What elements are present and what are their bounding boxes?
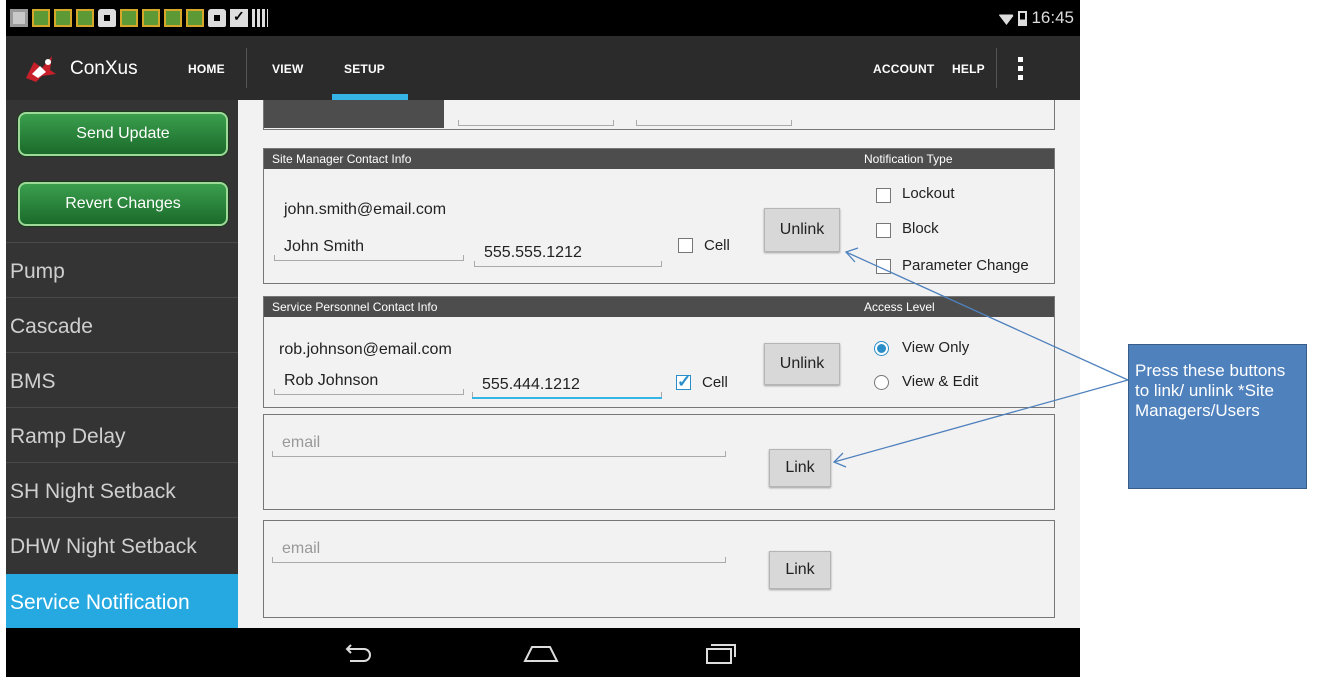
block-label: Block bbox=[902, 220, 939, 237]
app-notification-icon bbox=[120, 9, 138, 27]
tab-home[interactable]: HOME bbox=[188, 62, 225, 76]
back-icon[interactable] bbox=[342, 642, 372, 664]
task-done-icon bbox=[230, 8, 248, 27]
parameter-change-label: Parameter Change bbox=[902, 257, 1029, 274]
app-notification-icon bbox=[186, 9, 204, 27]
callout-box: Press these buttons to link/ unlink *Sit… bbox=[1128, 344, 1307, 489]
home-icon[interactable] bbox=[521, 642, 561, 664]
tab-setup[interactable]: SETUP bbox=[344, 62, 385, 76]
view-only-label: View Only bbox=[902, 339, 970, 356]
contact-slot: email Link bbox=[263, 414, 1055, 510]
app-notification-icon bbox=[142, 9, 160, 27]
tab-view[interactable]: VIEW bbox=[272, 62, 303, 76]
site-manager-section: Site Manager Contact Info Notification T… bbox=[263, 148, 1055, 284]
parameter-change-checkbox[interactable] bbox=[876, 259, 891, 274]
account-button[interactable]: ACCOUNT bbox=[873, 62, 934, 76]
battery-icon bbox=[1018, 10, 1028, 26]
divider bbox=[246, 48, 247, 88]
send-update-button[interactable]: Send Update bbox=[18, 112, 228, 156]
section-header: Site Manager Contact Info Notification T… bbox=[264, 149, 1054, 169]
clock: 16:45 bbox=[1031, 8, 1074, 27]
screenshot-icon bbox=[10, 9, 28, 27]
divider bbox=[996, 48, 997, 88]
lockout-checkbox[interactable] bbox=[876, 188, 891, 203]
app-title: ConXus bbox=[70, 58, 138, 79]
view-only-radio[interactable] bbox=[874, 341, 889, 356]
cell-checkbox[interactable] bbox=[676, 372, 691, 392]
store-icon bbox=[98, 9, 116, 27]
cell-label: Cell bbox=[702, 374, 728, 391]
name-field[interactable]: John Smith bbox=[274, 235, 464, 261]
action-bar: ConXus HOME VIEW SETUP ACCOUNT HELP bbox=[6, 36, 1080, 100]
view-and-edit-label: View & Edit bbox=[902, 373, 979, 390]
overflow-menu-icon[interactable] bbox=[1018, 57, 1024, 81]
phone-field[interactable]: 555.555.1212 bbox=[474, 241, 662, 267]
section-header: Service Personnel Contact Info Access Le… bbox=[264, 297, 1054, 317]
wifi-icon bbox=[998, 14, 1015, 25]
help-button[interactable]: HELP bbox=[952, 62, 985, 76]
sidebar-item-cascade[interactable]: Cascade bbox=[6, 297, 238, 351]
unlink-button[interactable]: Unlink bbox=[764, 208, 840, 252]
app-notification-icon bbox=[164, 9, 182, 27]
sidebar-item-service-notification[interactable]: Service Notification bbox=[6, 574, 238, 628]
email-input[interactable]: email bbox=[272, 431, 726, 457]
name-field[interactable]: Rob Johnson bbox=[274, 369, 464, 395]
recent-apps-icon[interactable] bbox=[703, 642, 737, 666]
contact-slot: email Link bbox=[263, 520, 1055, 618]
phone-field[interactable]: 555.444.1212 bbox=[472, 373, 662, 399]
conxus-logo-icon[interactable] bbox=[22, 52, 58, 84]
store-icon bbox=[208, 9, 226, 27]
email-value: rob.johnson@email.com bbox=[279, 341, 452, 358]
main-panel: Site Manager Contact Info Notification T… bbox=[238, 100, 1080, 628]
link-button[interactable]: Link bbox=[769, 551, 831, 589]
app-notification-icon bbox=[54, 9, 72, 27]
sidebar: Send Update Revert Changes Pump Cascade … bbox=[6, 100, 238, 628]
lockout-label: Lockout bbox=[902, 185, 955, 202]
sidebar-item-ramp-delay[interactable]: Ramp Delay bbox=[6, 407, 238, 461]
link-button[interactable]: Link bbox=[769, 449, 831, 487]
sidebar-item-pump[interactable]: Pump bbox=[6, 242, 238, 296]
block-checkbox[interactable] bbox=[876, 223, 891, 238]
status-bar: 16:45 bbox=[6, 0, 1080, 36]
unlink-button[interactable]: Unlink bbox=[764, 343, 840, 385]
status-right: 16:45 bbox=[998, 8, 1074, 28]
sidebar-item-dhw-night-setback[interactable]: DHW Night Setback bbox=[6, 517, 238, 571]
system-navigation-bar bbox=[6, 628, 1080, 677]
previous-section bbox=[263, 100, 1055, 130]
sidebar-item-bms[interactable]: BMS bbox=[6, 352, 238, 406]
cell-label: Cell bbox=[704, 237, 730, 254]
sidebar-item-sh-night-setback[interactable]: SH Night Setback bbox=[6, 462, 238, 516]
cell-checkbox[interactable] bbox=[678, 238, 693, 253]
app-notification-icon bbox=[32, 9, 50, 27]
email-value: john.smith@email.com bbox=[284, 201, 447, 218]
barcode-icon bbox=[252, 9, 268, 27]
email-input[interactable]: email bbox=[272, 537, 726, 563]
view-and-edit-radio[interactable] bbox=[874, 375, 889, 390]
service-personnel-section: Service Personnel Contact Info Access Le… bbox=[263, 296, 1055, 408]
notification-icons bbox=[10, 8, 268, 27]
app-notification-icon bbox=[76, 9, 94, 27]
revert-changes-button[interactable]: Revert Changes bbox=[18, 182, 228, 226]
